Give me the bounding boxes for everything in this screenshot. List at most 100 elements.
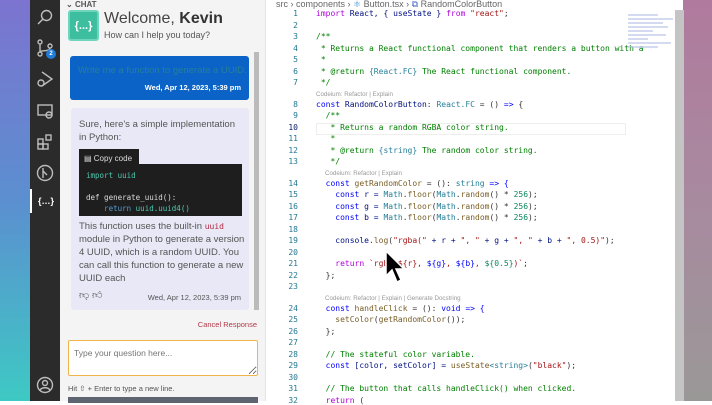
line-number: 27 <box>288 338 298 347</box>
code-line[interactable]: console.log("rgba(" + r + ", " + g + ", … <box>316 236 614 245</box>
breadcrumb-item[interactable]: components <box>296 0 345 9</box>
code-line[interactable]: * <box>316 134 335 143</box>
code-line[interactable]: */ <box>316 78 331 87</box>
code-line[interactable]: const getRandomColor = (): string => { <box>316 179 509 188</box>
line-number: 12 <box>288 145 298 155</box>
code-token: => { <box>460 303 485 313</box>
code-line[interactable]: * @return {React.FC} The React functiona… <box>316 67 571 76</box>
code-token: const <box>316 201 360 211</box>
code-line[interactable]: /** <box>316 111 340 120</box>
codeium-code-lens[interactable]: Codeium: Refactor | Explain <box>316 91 393 98</box>
code-token: ${0.5} <box>484 259 514 268</box>
cancel-response-button[interactable]: Cancel Response <box>198 320 257 329</box>
thumbs-up-icon[interactable]: 👍︎ <box>92 290 102 301</box>
line-number: 4 <box>293 43 298 53</box>
code-token: import <box>316 9 345 18</box>
line-number: 11 <box>288 134 298 143</box>
code-line[interactable]: // The button that calls handleClick() w… <box>316 384 576 393</box>
code-token: ); <box>566 361 577 370</box>
codeium-code-lens[interactable]: Codeium: Refactor | Explain | Generate D… <box>325 295 461 302</box>
code-token: ( <box>354 395 365 405</box>
assistant-message: Sure, here's a simple implementation in … <box>71 108 249 310</box>
line-number: 14 <box>288 178 298 188</box>
code-token: from <box>446 9 466 18</box>
minimap[interactable] <box>628 12 678 72</box>
code-line[interactable]: * @return {string} The random color stri… <box>316 145 537 155</box>
code-token: = (): <box>407 303 442 313</box>
code-line[interactable]: import React, { useState } from "react"; <box>316 9 509 18</box>
code-token: // The button that calls handleClick() w… <box>316 384 577 393</box>
code-token: return <box>86 204 132 213</box>
breadcrumb-item[interactable]: RandomColorButton <box>421 0 503 9</box>
code-token: const <box>316 99 341 109</box>
line-number: 8 <box>293 99 298 109</box>
copy-code-label: Copy code <box>93 154 133 163</box>
code-line[interactable]: }; <box>316 326 336 336</box>
run-debug-icon[interactable] <box>30 67 60 91</box>
code-token: const <box>316 213 360 222</box>
code-token: return <box>316 259 365 268</box>
breadcrumb-item[interactable]: Button.tsx <box>364 0 404 9</box>
code-line[interactable]: return `rgba(${r}, ${g}, ${b}, ${0.5})`; <box>316 259 528 268</box>
symbol-icon: ⧉ <box>411 0 419 9</box>
codeium-icon[interactable]: {…} <box>30 189 60 213</box>
code-token: */ <box>316 78 331 87</box>
code-token: () * <box>489 190 514 199</box>
source-control-icon[interactable]: 2 <box>30 36 60 60</box>
code-line[interactable]: const g = Math.floor(Math.random() * 256… <box>316 201 537 211</box>
code-editor[interactable]: 1 import React, { useState } from "react"… <box>265 0 684 405</box>
code-line[interactable]: setColor(getRandomColor()); <box>316 315 465 324</box>
git-graph-icon[interactable] <box>30 161 60 185</box>
inline-code: uuid <box>204 222 224 231</box>
code-line[interactable]: const RandomColorButton: React.FC = () =… <box>316 100 523 109</box>
clipboard-icon: ▤ <box>84 154 94 163</box>
line-number: 2 <box>293 20 298 30</box>
chat-header[interactable]: ⌄ CHAT <box>66 0 97 9</box>
user-name: Kevin <box>179 10 223 27</box>
code-line[interactable]: * Returns a React functional component t… <box>316 44 644 53</box>
codeium-code-lens[interactable]: Codeium: Refactor | Explain <box>325 170 402 177</box>
code-line[interactable]: const [color, setColor] = useState<strin… <box>316 361 577 370</box>
line-number: 32 <box>288 395 298 405</box>
search-icon[interactable] <box>30 5 60 29</box>
code-token: + g + <box>479 236 514 245</box>
remote-explorer-icon[interactable] <box>30 99 60 123</box>
code-token: * @return <box>316 66 369 76</box>
code-line[interactable]: return ( <box>316 395 365 405</box>
code-line[interactable]: /** <box>316 32 330 41</box>
mouse-cursor-icon <box>385 250 406 284</box>
code-token: * @return <box>316 145 379 155</box>
code-token: React, { useState } <box>344 9 447 18</box>
copy-code-button[interactable]: ▤ Copy code <box>79 149 139 165</box>
code-token: () * <box>489 213 514 222</box>
code-line[interactable]: // The stateful color variable. <box>316 350 475 359</box>
thumbs-down-icon[interactable]: 👎︎ <box>79 290 89 301</box>
account-icon[interactable] <box>30 373 60 397</box>
code-token: b = <box>359 213 384 222</box>
code-line[interactable]: }; <box>316 271 336 280</box>
line-number: 3 <box>293 32 298 41</box>
code-line[interactable]: const handleClick = (): void => { <box>316 304 485 313</box>
code-line[interactable]: * <box>316 55 326 64</box>
code-token: ); <box>528 190 538 199</box>
code-line[interactable]: */ <box>316 157 340 166</box>
code-token: , <box>474 259 485 268</box>
chat-scrollbar[interactable] <box>254 52 259 310</box>
code-token: }; <box>316 326 336 336</box>
code-token: ; <box>523 259 528 268</box>
code-line[interactable]: const b = Math.floor(Math.random() * 256… <box>316 213 537 222</box>
line-number: 28 <box>288 349 298 359</box>
extensions-icon[interactable] <box>30 130 60 154</box>
editor-scrollbar[interactable] <box>675 10 684 401</box>
code-token: [color, setColor] = <box>349 361 451 370</box>
react-file-icon: ⚛ <box>353 0 362 9</box>
breadcrumb-item[interactable]: src <box>276 0 288 9</box>
chat-input[interactable] <box>68 340 258 376</box>
code-token: )` <box>513 259 524 268</box>
feedback: 👎︎ 👍︎ <box>79 289 102 302</box>
user-message: Write me a function to generate a UUID. … <box>70 56 249 100</box>
code-token: : <box>426 99 437 109</box>
code-token: * Returns a React functional component t… <box>316 43 644 53</box>
code-line[interactable]: const r = Math.floor(Math.random() * 256… <box>316 190 538 199</box>
code-line[interactable]: * Returns a random RGBA color string. <box>316 123 508 132</box>
